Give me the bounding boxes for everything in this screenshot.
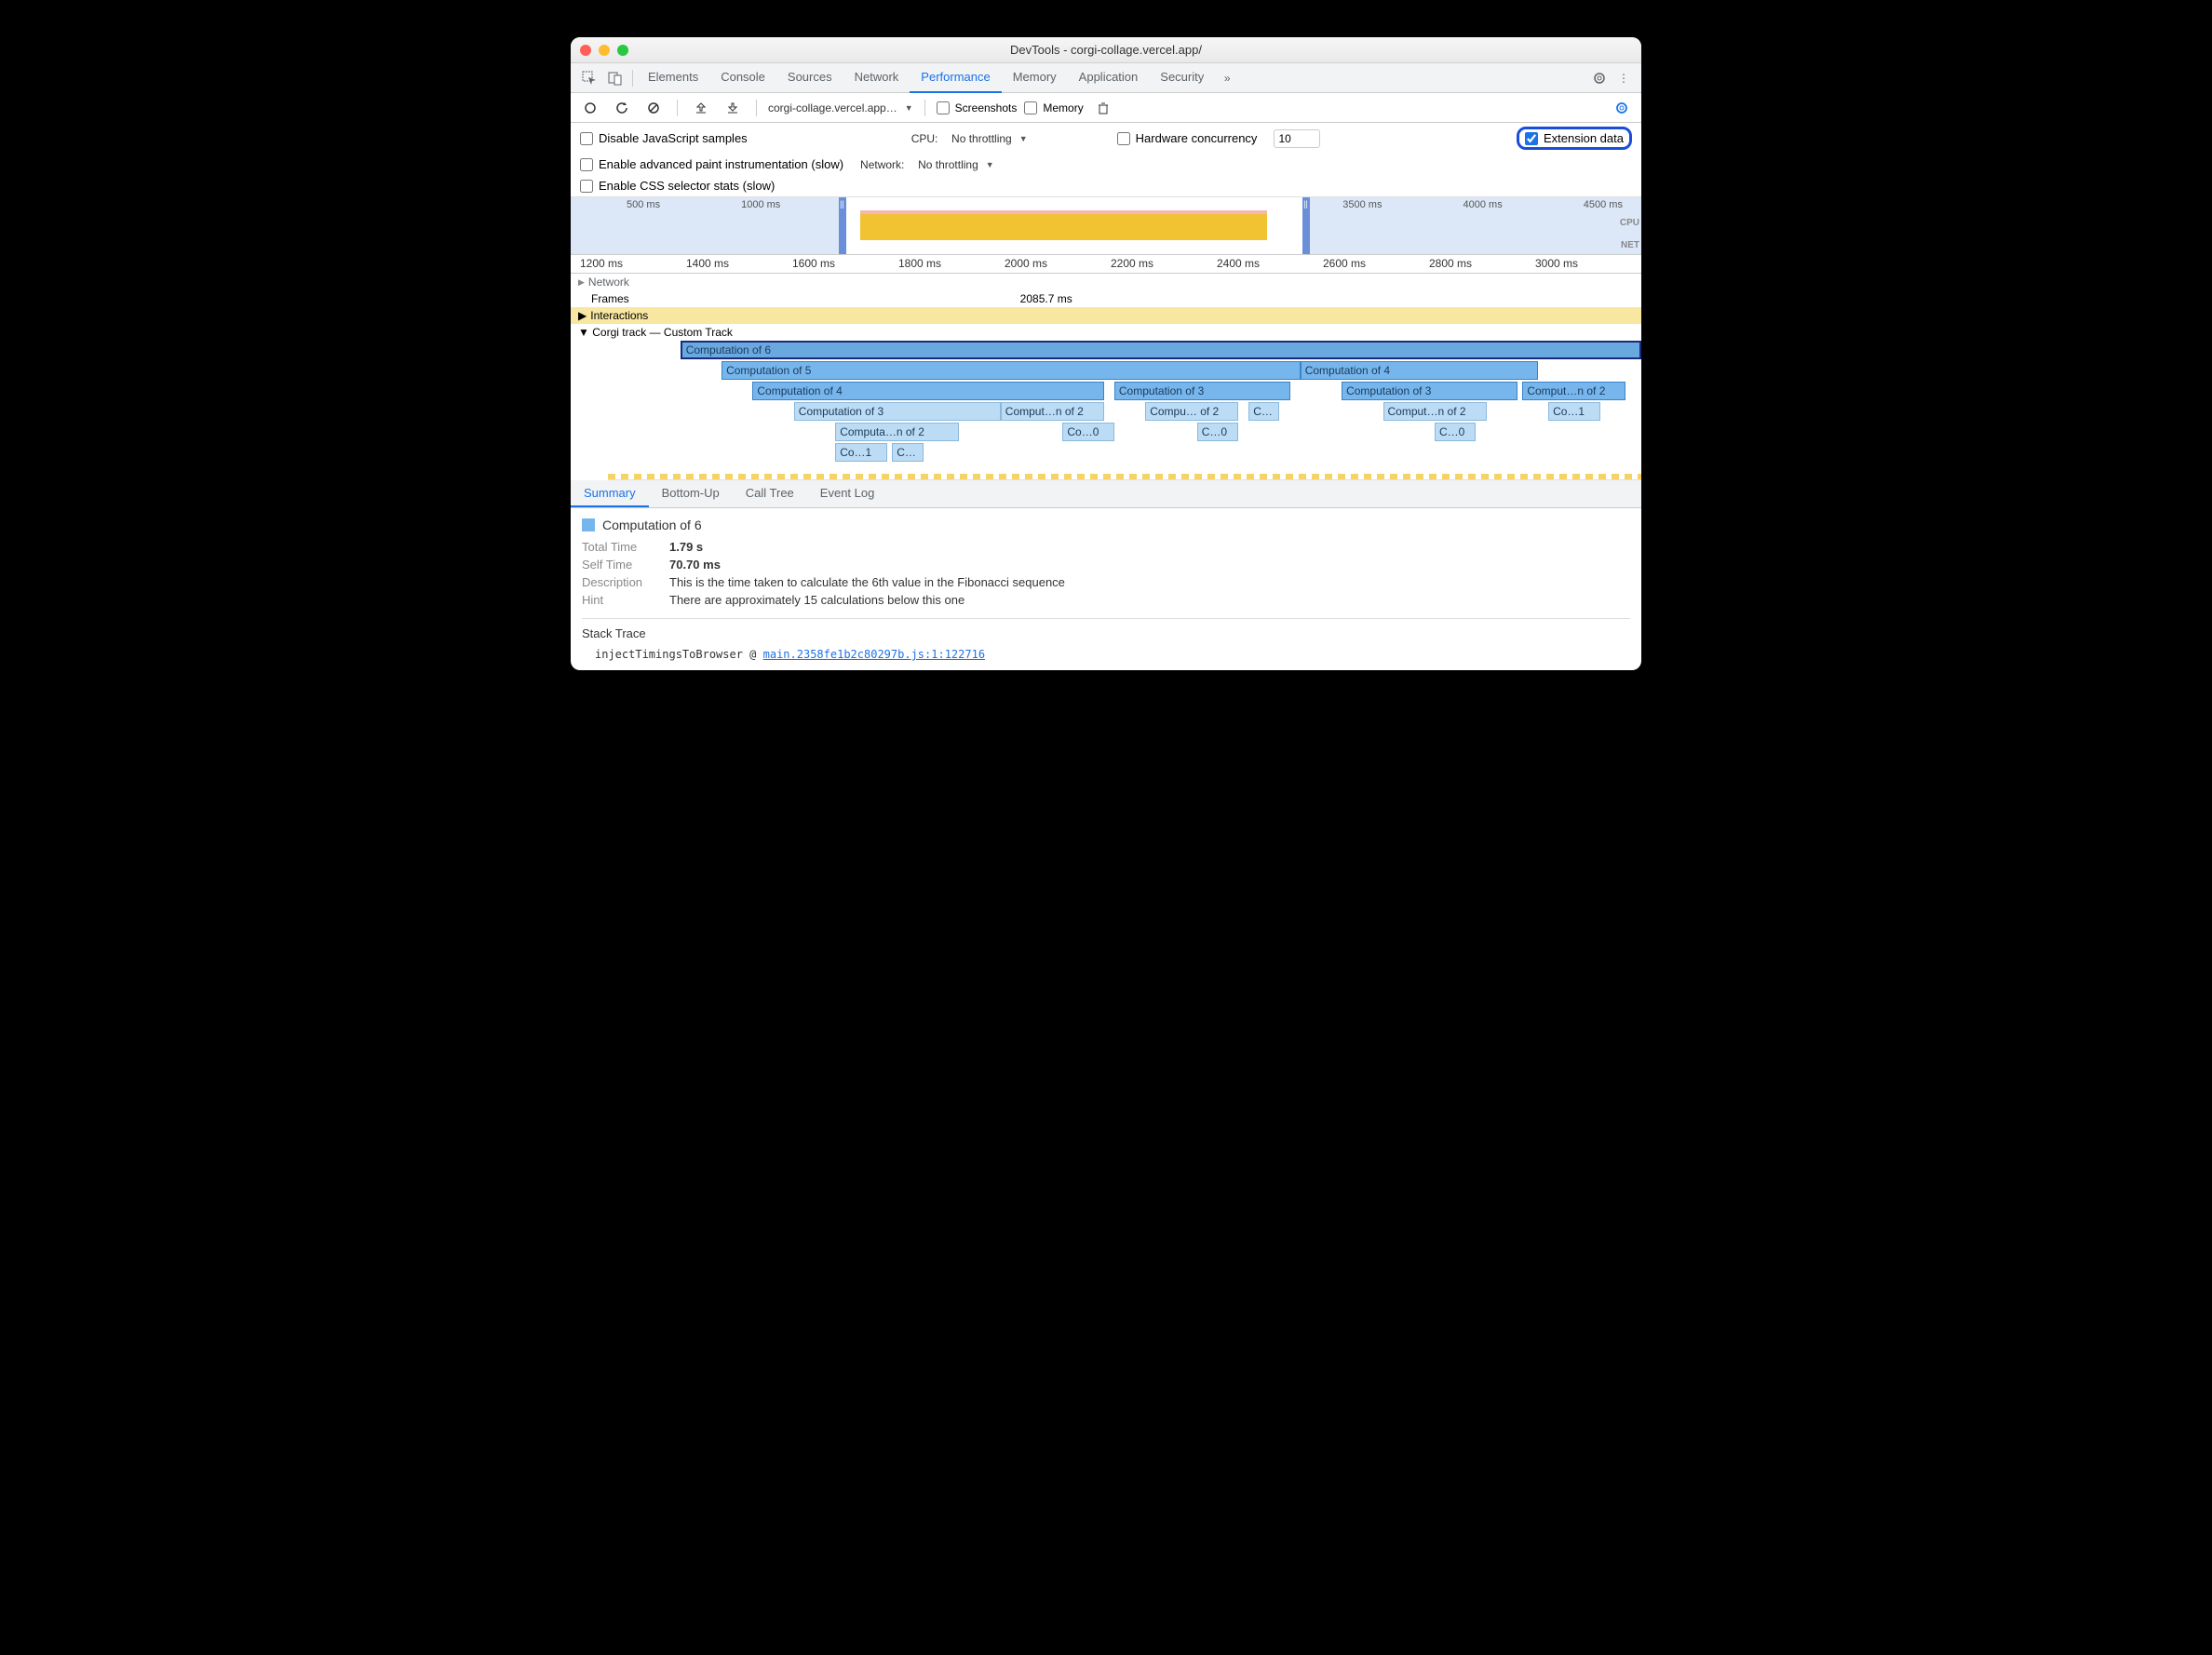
timeline-overview[interactable]: 500 ms1000 ms1500 ms2000 ms2500 ms3000 m…	[571, 197, 1641, 255]
flame-bar[interactable]: Computa…n of 2	[835, 423, 959, 441]
perf-toolbar: corgi-collage.vercel.app…▼ Screenshots M…	[571, 93, 1641, 123]
flame-bar[interactable]: Computation of 6	[681, 341, 1641, 359]
memory-checkbox[interactable]: Memory	[1024, 101, 1083, 114]
settings-gear-icon[interactable]	[1587, 66, 1612, 90]
hw-concurrency-checkbox[interactable]: Hardware concurrency	[1117, 131, 1258, 145]
time-ruler: 1200 ms1400 ms1600 ms1800 ms2000 ms2200 …	[571, 255, 1641, 274]
inspect-element-icon[interactable]	[576, 71, 602, 86]
download-icon[interactable]	[721, 96, 745, 120]
enable-css-stats-checkbox[interactable]: Enable CSS selector stats (slow)	[580, 179, 775, 193]
net-label: NET	[1621, 240, 1639, 250]
stack-trace-title: Stack Trace	[582, 626, 1630, 640]
flame-bar[interactable]: C…	[892, 443, 923, 462]
tab-sources[interactable]: Sources	[776, 63, 843, 93]
flame-bar[interactable]: Computation of 5	[722, 361, 1301, 380]
upload-icon[interactable]	[689, 96, 713, 120]
flame-bar[interactable]: Computation of 4	[752, 382, 1103, 400]
kebab-menu-icon[interactable]: ⋮	[1612, 66, 1636, 90]
extension-data-highlight: Extension data	[1517, 127, 1632, 150]
summary-title: Computation of 6	[602, 518, 702, 532]
device-toolbar-icon[interactable]	[602, 71, 628, 86]
flame-bar[interactable]: Co…1	[835, 443, 887, 462]
frames-track[interactable]: Frames2085.7 ms	[571, 290, 1641, 307]
filter-row-2: Enable advanced paint instrumentation (s…	[571, 154, 1641, 175]
flame-bar[interactable]: Comput…n of 2	[1001, 402, 1104, 421]
tab-security[interactable]: Security	[1149, 63, 1215, 93]
overview-handle-right[interactable]: ||	[1302, 197, 1310, 254]
record-icon[interactable]	[578, 96, 602, 120]
details-tabs: Summary Bottom-Up Call Tree Event Log	[571, 480, 1641, 508]
network-throttle-select[interactable]: Network: No throttling▼	[860, 158, 994, 171]
more-tabs-icon[interactable]: »	[1215, 66, 1239, 90]
dtab-summary[interactable]: Summary	[571, 480, 649, 507]
tab-performance[interactable]: Performance	[910, 63, 1001, 93]
window-title: DevTools - corgi-collage.vercel.app/	[571, 43, 1641, 57]
reload-record-icon[interactable]	[610, 96, 634, 120]
enable-paint-checkbox[interactable]: Enable advanced paint instrumentation (s…	[580, 157, 843, 171]
hw-concurrency-input[interactable]	[1274, 129, 1320, 148]
dtab-bottomup[interactable]: Bottom-Up	[649, 480, 733, 507]
stack-trace-link[interactable]: main.2358fe1b2c80297b.js:1:122716	[763, 648, 985, 661]
titlebar: DevTools - corgi-collage.vercel.app/	[571, 37, 1641, 63]
flame-bar[interactable]: Comput…n of 2	[1522, 382, 1625, 400]
flame-bar[interactable]: Computation of 3	[1114, 382, 1290, 400]
flame-bar[interactable]: Comput…n of 2	[1383, 402, 1487, 421]
network-track-header[interactable]: ▶Network	[571, 274, 1641, 290]
overview-handle-left[interactable]: ||	[839, 197, 846, 254]
flame-bar[interactable]: Co…1	[1548, 402, 1600, 421]
summary-color-swatch	[582, 518, 595, 531]
clear-icon[interactable]	[641, 96, 666, 120]
flame-chart[interactable]: Computation of 6Computation of 5Computat…	[608, 341, 1641, 480]
extension-data-checkbox[interactable]: Extension data	[1525, 131, 1624, 145]
overview-activity-yellow	[860, 214, 1267, 240]
dtab-calltree[interactable]: Call Tree	[733, 480, 807, 507]
capture-settings-gear-icon[interactable]	[1610, 96, 1634, 120]
tracks-panel: ▶Network Frames2085.7 ms ▶Interactions ▼…	[571, 274, 1641, 480]
dtab-eventlog[interactable]: Event Log	[807, 480, 888, 507]
flame-bar[interactable]: Computation of 3	[1342, 382, 1517, 400]
custom-track-header[interactable]: ▼ Corgi track — Custom Track	[571, 324, 1641, 341]
tab-application[interactable]: Application	[1068, 63, 1150, 93]
flame-bar[interactable]: C…0	[1435, 423, 1476, 441]
cpu-throttle-select[interactable]: CPU: No throttling▼	[911, 132, 1028, 145]
flame-bar[interactable]: Computation of 4	[1301, 361, 1538, 380]
filter-row-1: Disable JavaScript samples CPU: No throt…	[571, 123, 1641, 154]
flame-bar[interactable]: Co…0	[1062, 423, 1114, 441]
tab-memory[interactable]: Memory	[1002, 63, 1068, 93]
url-dropdown[interactable]: corgi-collage.vercel.app…▼	[768, 101, 913, 114]
tab-elements[interactable]: Elements	[637, 63, 709, 93]
flame-bar[interactable]: C…0	[1197, 423, 1238, 441]
summary-panel: Computation of 6 Total Time1.79 s Self T…	[571, 508, 1641, 670]
devtools-window: DevTools - corgi-collage.vercel.app/ Ele…	[571, 37, 1641, 670]
tab-console[interactable]: Console	[709, 63, 776, 93]
tab-network[interactable]: Network	[843, 63, 910, 93]
flame-bar[interactable]: C…	[1248, 402, 1279, 421]
flame-bar[interactable]: Computation of 3	[794, 402, 1001, 421]
flame-bar[interactable]: Compu… of 2	[1145, 402, 1238, 421]
garbage-collect-icon[interactable]	[1091, 96, 1115, 120]
filter-row-3: Enable CSS selector stats (slow)	[571, 175, 1641, 197]
timeline-strip	[608, 474, 1641, 479]
cpu-label: CPU	[1620, 218, 1639, 228]
screenshots-checkbox[interactable]: Screenshots	[937, 101, 1018, 114]
main-tabs: Elements Console Sources Network Perform…	[571, 63, 1641, 93]
interactions-track-header[interactable]: ▶Interactions	[571, 307, 1641, 324]
disable-js-checkbox[interactable]: Disable JavaScript samples	[580, 131, 748, 145]
